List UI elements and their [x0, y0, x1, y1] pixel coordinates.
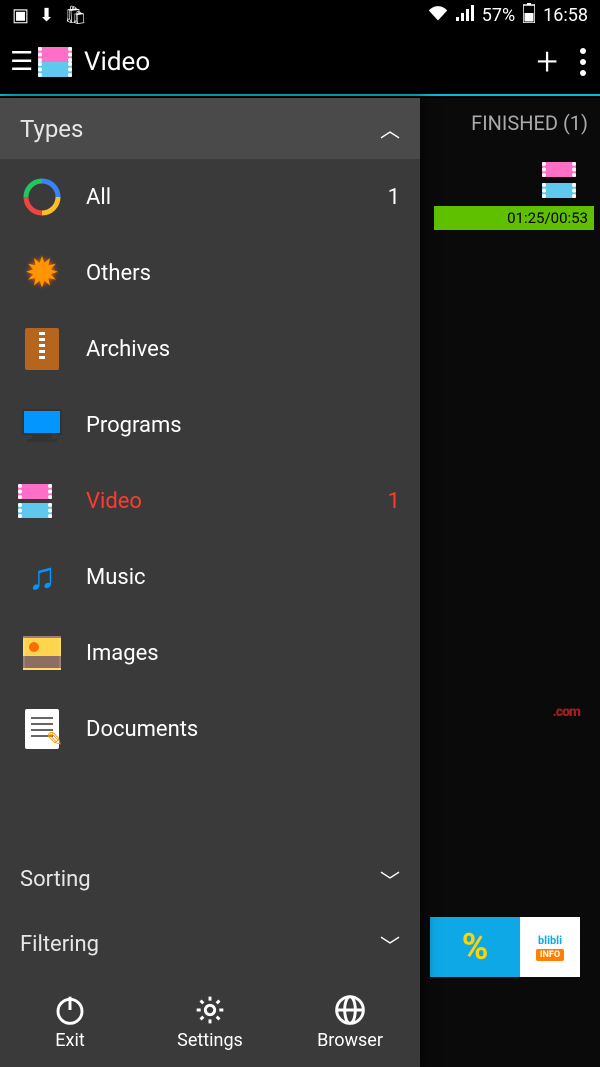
- browser-button[interactable]: Browser: [280, 977, 420, 1067]
- type-all[interactable]: All 1: [0, 159, 420, 235]
- download-icon: ⬇: [39, 5, 54, 26]
- image-icon: [20, 631, 64, 675]
- ad-banner[interactable]: % blibli INFO: [430, 917, 580, 977]
- section-filtering-label: Filtering: [20, 932, 99, 957]
- globe-icon: [334, 994, 366, 1026]
- battery-icon: [523, 3, 535, 28]
- power-icon: [54, 994, 86, 1026]
- ad-brand-box: blibli INFO: [520, 917, 580, 977]
- section-sorting-label: Sorting: [20, 867, 91, 892]
- video-icon: [20, 479, 64, 523]
- image-icon: ▣: [12, 5, 29, 26]
- music-icon: ♫: [20, 555, 64, 599]
- type-others[interactable]: ✹ Others: [0, 235, 420, 311]
- download-thumb-icon: [540, 160, 580, 200]
- type-documents[interactable]: Documents: [0, 691, 420, 767]
- type-others-label: Others: [86, 261, 400, 286]
- status-right: 57% 16:58: [428, 3, 588, 28]
- type-archives[interactable]: Archives: [0, 311, 420, 387]
- download-progress-bar: 01:25/00:53: [434, 206, 594, 230]
- download-item[interactable]: 01:25/00:53: [434, 160, 594, 230]
- add-button[interactable]: +: [537, 40, 558, 84]
- section-types-label: Types: [20, 115, 83, 143]
- type-video-count: 1: [388, 489, 400, 514]
- section-types-header[interactable]: Types ︿: [0, 98, 420, 159]
- document-icon: [20, 707, 64, 751]
- exit-label: Exit: [55, 1030, 84, 1051]
- type-music-label: Music: [86, 565, 400, 590]
- recycle-icon: [20, 175, 64, 219]
- type-video[interactable]: Video 1: [0, 463, 420, 539]
- app-video-icon: [36, 45, 70, 79]
- status-left: ▣ ⬇ 🛍: [12, 5, 87, 26]
- chevron-down-icon: ﹀: [380, 865, 400, 894]
- exit-button[interactable]: Exit: [0, 977, 140, 1067]
- type-archives-label: Archives: [86, 337, 400, 362]
- archive-icon: [20, 327, 64, 371]
- ad-info-badge: INFO: [536, 949, 564, 961]
- signal-icon: [456, 5, 474, 26]
- wifi-icon: [428, 5, 448, 26]
- type-all-count: 1: [388, 185, 400, 210]
- chevron-up-icon: ︿: [380, 114, 400, 143]
- app-title: Video: [84, 47, 537, 77]
- store-icon: 🛍: [64, 5, 87, 26]
- ad-brand: blibli: [538, 934, 562, 947]
- battery-percent: 57%: [482, 5, 515, 26]
- type-programs-label: Programs: [86, 413, 400, 438]
- type-music[interactable]: ♫ Music: [0, 539, 420, 615]
- type-images-label: Images: [86, 641, 400, 666]
- gear-icon: [194, 994, 226, 1026]
- type-images[interactable]: Images: [0, 615, 420, 691]
- ad-discount-icon: %: [430, 917, 520, 977]
- browser-label: Browser: [317, 1030, 383, 1051]
- settings-button[interactable]: Settings: [140, 977, 280, 1067]
- drawer-toggle-button[interactable]: ☰: [10, 49, 28, 75]
- tab-finished[interactable]: FINISHED (1): [465, 111, 594, 135]
- section-filtering-header[interactable]: Filtering ﹀: [0, 912, 420, 977]
- drawer-footer: Exit Settings Browser: [0, 977, 420, 1067]
- settings-label: Settings: [177, 1030, 243, 1051]
- status-bar: ▣ ⬇ 🛍 57% 16:58: [0, 0, 600, 30]
- chevron-down-icon: ﹀: [380, 930, 400, 959]
- type-all-label: All: [86, 185, 388, 210]
- clock: 16:58: [543, 5, 588, 26]
- type-programs[interactable]: Programs: [0, 387, 420, 463]
- type-video-label: Video: [86, 489, 388, 514]
- app-bar: ☰ Video +: [0, 30, 600, 96]
- more-menu-button[interactable]: [580, 48, 590, 76]
- nav-drawer: Types ︿ All 1 ✹ Others Archives Programs…: [0, 98, 420, 1067]
- section-sorting-header[interactable]: Sorting ﹀: [0, 847, 420, 912]
- type-documents-label: Documents: [86, 717, 400, 742]
- monitor-icon: [20, 403, 64, 447]
- starburst-icon: ✹: [20, 251, 64, 295]
